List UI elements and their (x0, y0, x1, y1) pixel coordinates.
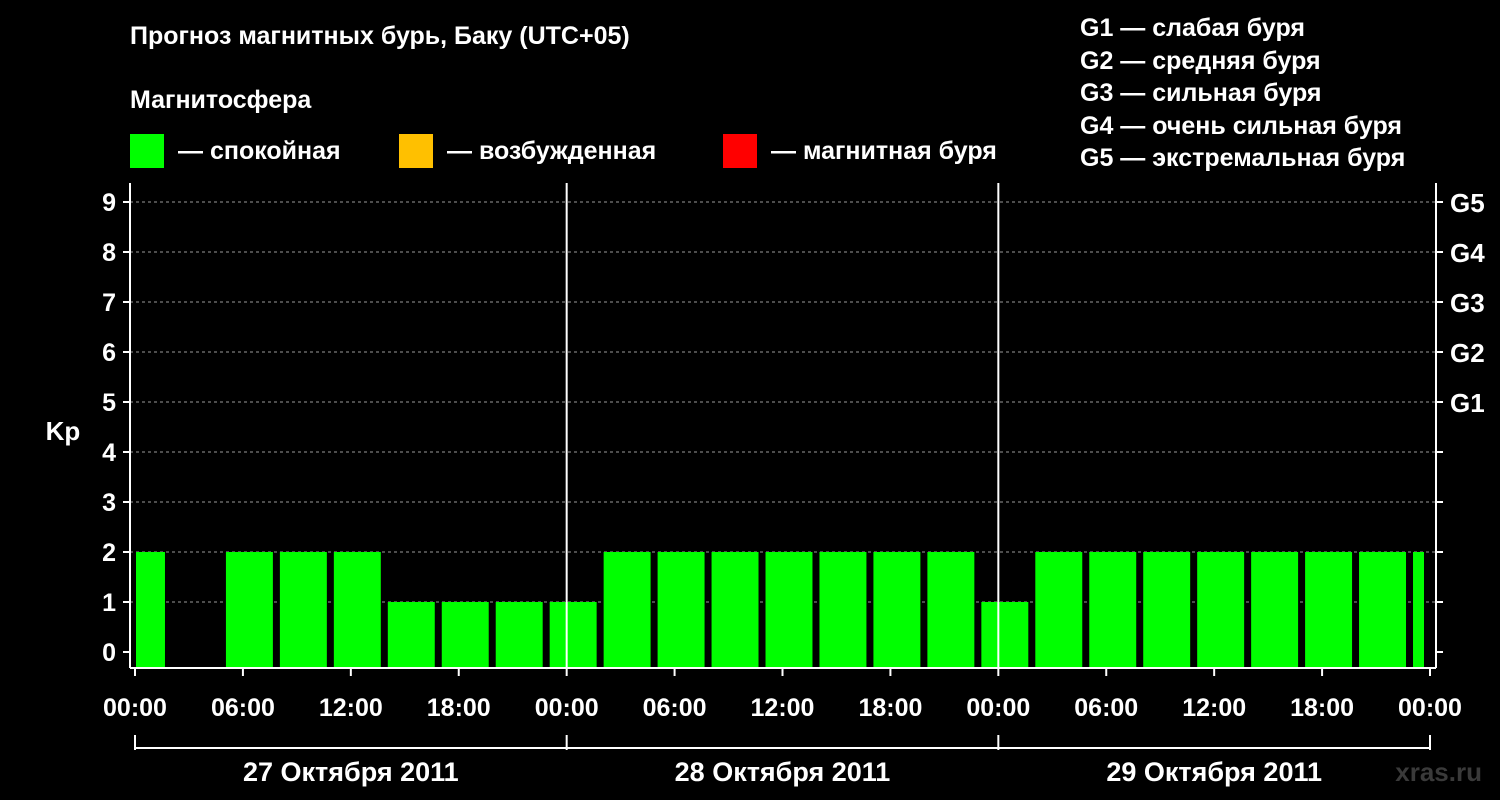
x-tick-label: 18:00 (858, 694, 922, 722)
x-tick-label: 18:00 (427, 694, 491, 722)
kp-bar (1197, 552, 1245, 668)
kp-bar (1305, 552, 1353, 668)
y-tick-label: 1 (102, 589, 116, 617)
kp-bar (657, 552, 705, 668)
x-tick-label: 12:00 (751, 694, 815, 722)
x-tick-label: 00:00 (535, 694, 599, 722)
kp-chart: 0 1 2 3 4 5 6 7 8 9 G1 G2 G3 G4 G5 Kp 00:00 06:00 12:00 18:… (46, 183, 1485, 787)
watermark: xras.ru (1395, 757, 1482, 787)
g-level-label: G2 (1450, 338, 1485, 368)
y-tick-label: 8 (102, 239, 116, 267)
x-tick-label: 18:00 (1290, 694, 1354, 722)
kp-bar (225, 552, 273, 668)
g-level-label: G1 (1450, 388, 1485, 418)
kp-bar (441, 602, 489, 668)
x-tick-label: 12:00 (319, 694, 383, 722)
kp-bar (981, 602, 1029, 668)
kp-bar (333, 552, 381, 668)
x-tick-label: 06:00 (211, 694, 275, 722)
x-tick-label: 06:00 (643, 694, 707, 722)
kp-bar (927, 552, 975, 668)
kp-bar (1035, 552, 1083, 668)
kp-bar (549, 602, 597, 668)
kp-bar (711, 552, 759, 668)
kp-bar (495, 602, 543, 668)
y-axis-label: Kp (46, 416, 81, 446)
x-tick-label: 00:00 (1398, 694, 1462, 722)
kp-bar (819, 552, 867, 668)
y-tick-label: 0 (102, 639, 116, 667)
g-level-label: G4 (1450, 238, 1485, 268)
x-tick-label: 00:00 (103, 694, 167, 722)
x-tick-label: 12:00 (1182, 694, 1246, 722)
kp-bar (279, 552, 327, 668)
kp-bar (136, 552, 165, 668)
kp-bar (1359, 552, 1407, 668)
day-label: 29 Октября 2011 (1106, 757, 1322, 787)
kp-bar (1143, 552, 1191, 668)
g-level-label: G3 (1450, 288, 1485, 318)
x-tick-label: 06:00 (1074, 694, 1138, 722)
y-tick-label: 2 (102, 539, 116, 567)
kp-bar (603, 552, 651, 668)
day-label: 28 Октября 2011 (675, 757, 891, 787)
kp-bar (1089, 552, 1137, 668)
y-tick-label: 4 (102, 439, 116, 467)
y-tick-label: 9 (102, 189, 116, 217)
kp-bar (1413, 552, 1424, 668)
x-tick-label: 00:00 (966, 694, 1030, 722)
kp-bar (387, 602, 435, 668)
y-tick-label: 3 (102, 489, 116, 517)
kp-bar (873, 552, 921, 668)
y-tick-label: 6 (102, 339, 116, 367)
day-label: 27 Октября 2011 (243, 757, 459, 787)
g-level-label: G5 (1450, 188, 1485, 218)
kp-bar (1251, 552, 1299, 668)
y-tick-label: 7 (102, 289, 116, 317)
kp-bar (765, 552, 813, 668)
y-tick-label: 5 (102, 389, 116, 417)
